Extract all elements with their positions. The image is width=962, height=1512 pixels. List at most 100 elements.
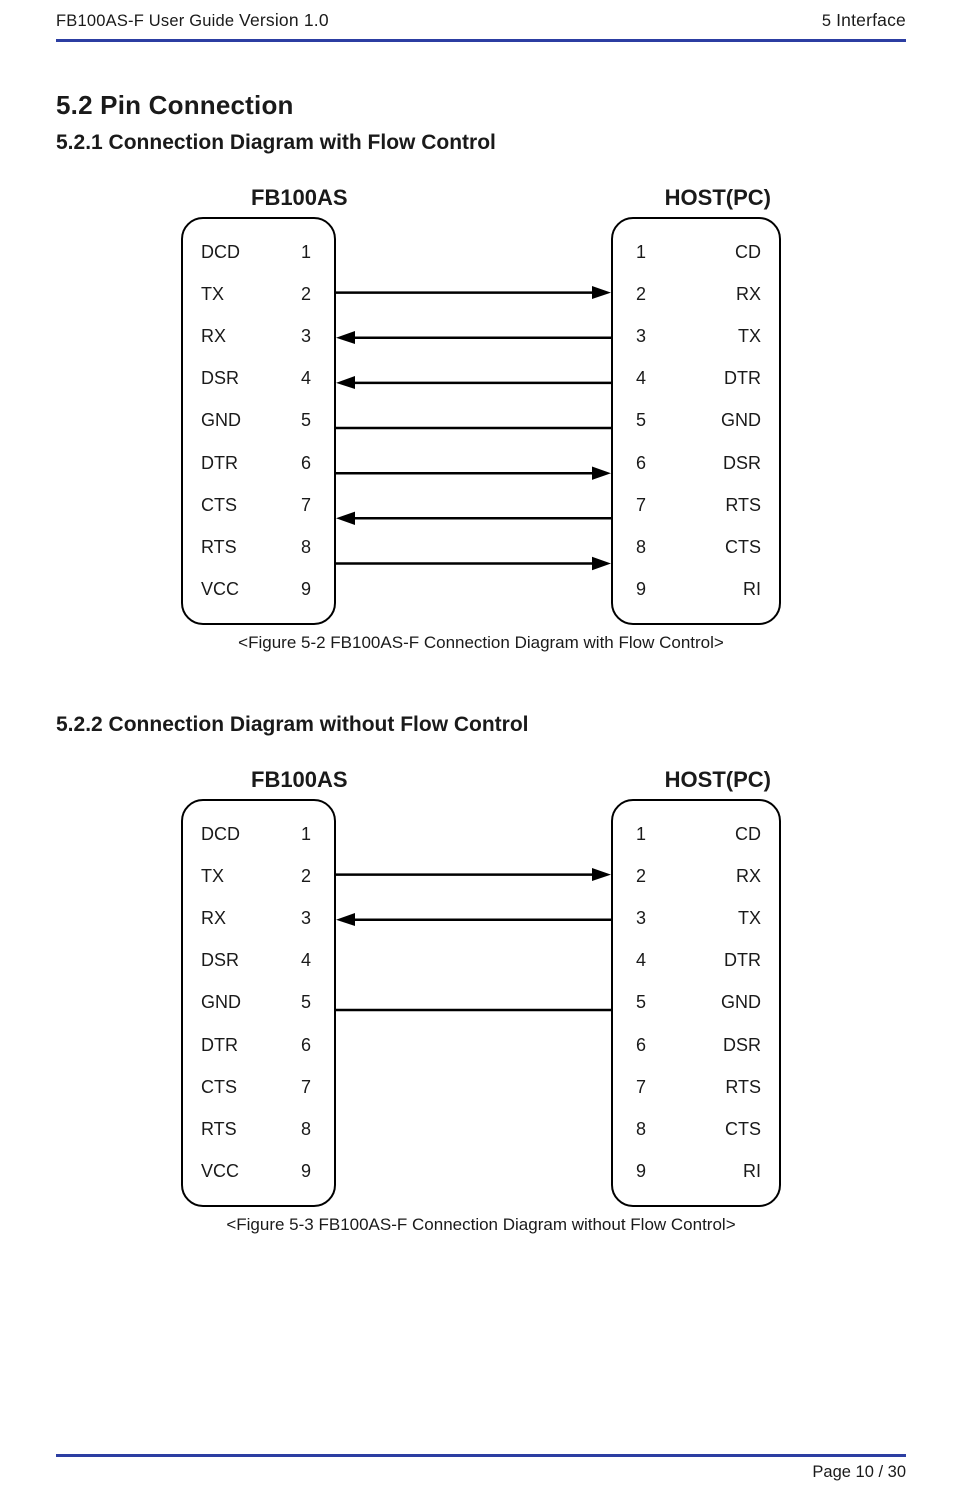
pin-row: RTS8 — [201, 1110, 316, 1150]
connection-wires — [336, 217, 611, 625]
pin-row: DCD1 — [201, 814, 316, 854]
pin-row: 5 GND — [631, 401, 761, 441]
pin-label: RTS — [725, 1077, 761, 1098]
doc-version: Version 1.0 — [239, 10, 329, 30]
pin-label: RX — [736, 284, 761, 305]
pin-number: 8 — [296, 537, 316, 558]
diagram-with-flow: DCD1 TX2 RX3 DSR4 GND5 DTR6 CTS7 RTS8 VC… — [181, 217, 781, 625]
figure-5-3: FB100AS HOST(PC) DCD1 TX2 RX3 DSR4 GND5 … — [181, 767, 781, 1235]
pin-row: 7RTS — [631, 1067, 761, 1107]
pin-number: 2 — [631, 284, 651, 305]
pin-row: VCC 9 — [201, 570, 316, 610]
pin-row: 2RX — [631, 856, 761, 896]
pin-label: CD — [735, 824, 761, 845]
pin-label: CTS — [201, 495, 237, 516]
pin-number: 9 — [631, 1161, 651, 1182]
pin-label: DSR — [723, 453, 761, 474]
pin-row: 9 RI — [631, 570, 761, 610]
pin-row: 8 CTS — [631, 1110, 761, 1150]
pin-label: RX — [201, 908, 226, 929]
pin-label: RTS — [201, 537, 237, 558]
pin-label: DTR — [724, 950, 761, 971]
pin-number: 9 — [296, 1161, 316, 1182]
chapter-number: 5 — [822, 12, 836, 30]
pin-number: 5 — [631, 992, 651, 1013]
pin-row: DSR4 — [201, 941, 316, 981]
pin-label: DTR — [201, 453, 238, 474]
pin-row: RX 3 — [201, 899, 316, 939]
pin-row: 9 RI — [631, 1152, 761, 1192]
figure-5-2: FB100AS HOST(PC) DCD1 TX2 RX3 DSR4 GND5 … — [181, 185, 781, 653]
pin-row: 6DSR — [631, 1025, 761, 1065]
pin-number: 9 — [631, 579, 651, 600]
pin-label: CTS — [725, 537, 761, 558]
pin-number: 5 — [296, 992, 316, 1013]
pin-number: 7 — [296, 495, 316, 516]
pin-label: VCC — [201, 1161, 239, 1182]
pin-number: 1 — [631, 242, 651, 263]
pin-label: RI — [743, 1161, 761, 1182]
pin-number: 3 — [296, 326, 316, 347]
pin-number: 8 — [296, 1119, 316, 1140]
pin-row: GND5 — [201, 401, 316, 441]
figure-device-titles: FB100AS HOST(PC) — [181, 185, 781, 217]
pin-label: DSR — [201, 368, 239, 389]
fb-pin-box: DCD1 TX2 RX3 DSR4 GND5 DTR6 CTS7 RTS8 VC… — [181, 217, 336, 625]
device-label-fb: FB100AS — [251, 185, 348, 211]
pin-label: TX — [201, 866, 224, 887]
pin-number: 4 — [631, 368, 651, 389]
pin-label: DTR — [201, 1035, 238, 1056]
subsection-heading-1: 5.2.1 Connection Diagram with Flow Contr… — [56, 131, 906, 155]
footer-rule — [56, 1454, 906, 1457]
host-pin-box: 1 CD 2 RX 3 TX 4 DTR 5 GND 6 DSR 7RTS 8 CTS 9 RI — [611, 217, 781, 625]
pin-row: CTS7 — [201, 1067, 316, 1107]
pin-number: 1 — [296, 242, 316, 263]
pin-row: 6 DSR — [631, 443, 761, 483]
pin-label: GND — [721, 410, 761, 431]
pin-number: 4 — [631, 950, 651, 971]
pin-row: DCD 1 — [201, 232, 316, 272]
diagram-without-flow: DCD1 TX2 RX3 DSR4 GND5 DTR6 CTS7 RTS8 VC… — [181, 799, 781, 1207]
pin-number: 4 — [296, 950, 316, 971]
pin-row: GND 5 — [201, 983, 316, 1023]
header-left: FB100AS-F User Guide Version 1.0 — [56, 10, 329, 31]
pin-number: 8 — [631, 537, 651, 558]
pin-number: 3 — [631, 326, 651, 347]
pin-number: 1 — [296, 824, 316, 845]
pin-number: 5 — [631, 410, 651, 431]
pin-label: GND — [201, 410, 241, 431]
pin-row: 4 DTR — [631, 359, 761, 399]
pin-number: 3 — [631, 908, 651, 929]
pin-number: 6 — [296, 1035, 316, 1056]
pin-label: VCC — [201, 579, 239, 600]
device-label-fb: FB100AS — [251, 767, 348, 793]
pin-label: DTR — [724, 368, 761, 389]
pin-label: CTS — [201, 1077, 237, 1098]
pin-row: DSR4 — [201, 359, 316, 399]
pin-row: 5GND — [631, 983, 761, 1023]
pin-number: 3 — [296, 908, 316, 929]
pin-label: TX — [738, 326, 761, 347]
pin-label: CD — [735, 242, 761, 263]
pin-label: DCD — [201, 242, 240, 263]
pin-label: GND — [201, 992, 241, 1013]
pin-label: RX — [201, 326, 226, 347]
pin-number: 9 — [296, 579, 316, 600]
pin-number: 6 — [631, 1035, 651, 1056]
pin-label: CTS — [725, 1119, 761, 1140]
doc-title: FB100AS-F User Guide — [56, 12, 239, 30]
subsection-heading-2: 5.2.2 Connection Diagram without Flow Co… — [56, 713, 906, 737]
pin-number: 8 — [631, 1119, 651, 1140]
pin-number: 1 — [631, 824, 651, 845]
figure-device-titles: FB100AS HOST(PC) — [181, 767, 781, 799]
header-rule — [56, 39, 906, 42]
pin-number: 2 — [296, 284, 316, 305]
pin-row: 2 RX — [631, 274, 761, 314]
page-number: Page 10 / 30 — [56, 1463, 906, 1482]
pin-label: RI — [743, 579, 761, 600]
chapter-title: Interface — [836, 10, 906, 30]
pin-row: 3 TX — [631, 317, 761, 357]
pin-number: 2 — [631, 866, 651, 887]
pin-row: 7RTS — [631, 485, 761, 525]
pin-number: 6 — [631, 453, 651, 474]
